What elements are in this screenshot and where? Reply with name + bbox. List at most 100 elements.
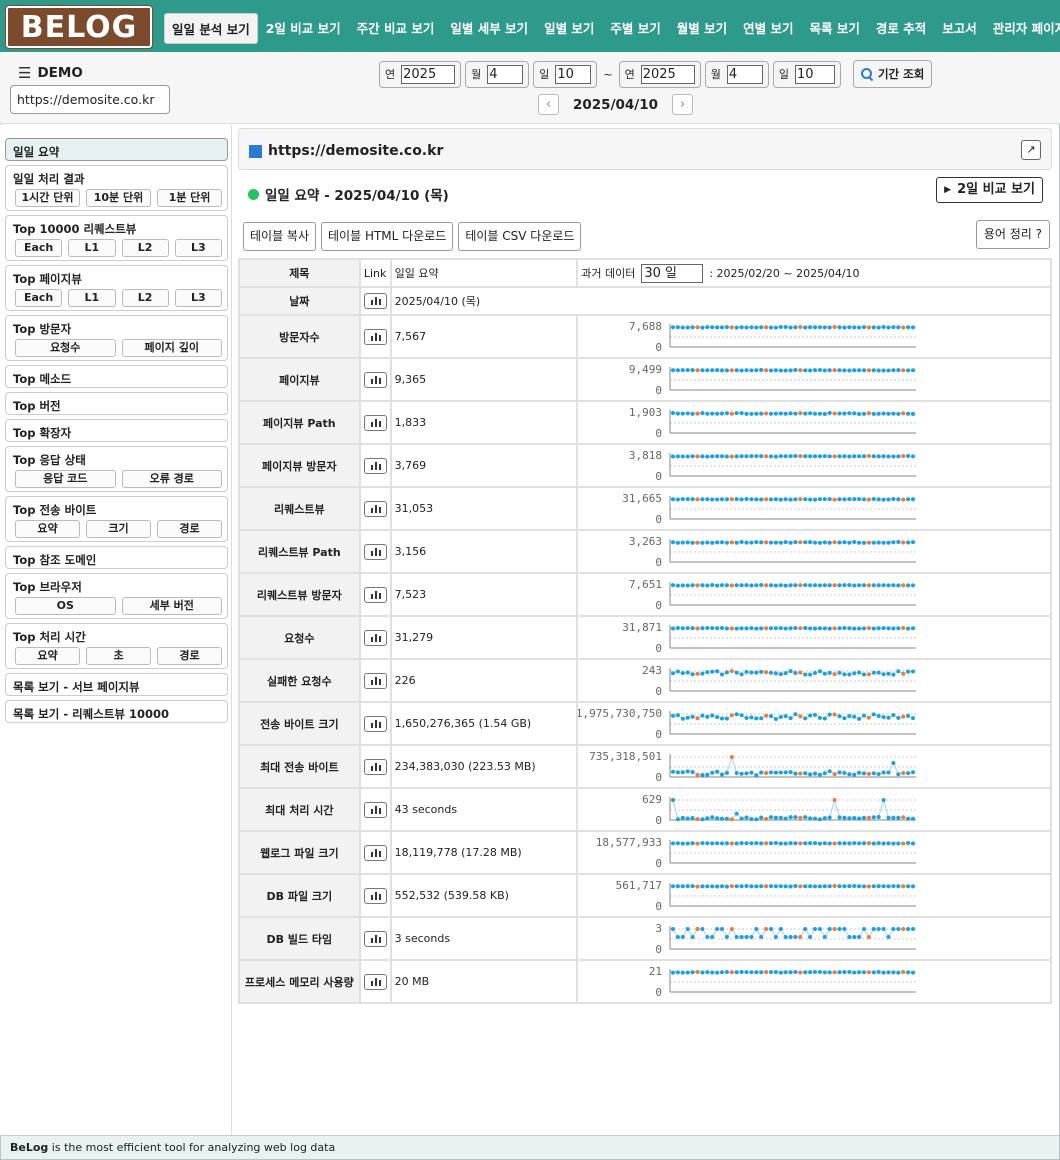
chart-link-icon[interactable] [363,543,387,560]
sidebar-sub-button[interactable]: L3 [174,289,222,307]
sidebar-section-title[interactable]: Top 참조 도메인 [13,552,96,568]
chart-link-icon[interactable] [363,801,387,818]
sidebar-sub-button[interactable]: L1 [68,239,116,257]
nav-item[interactable]: 일일 분석 보기 [164,13,258,44]
sidebar-sub-button[interactable]: L2 [121,239,169,257]
from-year-input[interactable]: 2025 [401,64,456,84]
nav-item[interactable]: 주별 보기 [602,13,668,44]
sidebar-section-title[interactable]: 일일 요약 [13,144,59,160]
chart-link-icon[interactable] [363,293,387,309]
next-date-button[interactable]: › [672,94,694,115]
sidebar-section-title[interactable]: Top 전송 바이트 [13,502,96,518]
table-copy-button[interactable]: 테이블 복사 [243,222,317,251]
sidebar-section-title[interactable]: Top 확장자 [13,425,71,441]
chart-link-icon[interactable] [363,457,387,474]
from-month-input[interactable]: 4 [487,64,524,84]
chart-link-icon[interactable] [363,715,387,732]
sidebar-sub-button[interactable]: 요청수 [15,339,116,357]
period-search-button[interactable]: 기간 조회 [852,60,933,88]
chart-link-icon[interactable] [363,672,387,689]
sidebar-section-title[interactable]: Top 버전 [13,398,61,414]
sidebar-section-title[interactable]: Top 응답 상태 [13,452,86,468]
sidebar-section-title[interactable]: 일일 처리 결과 [13,171,85,187]
site-url-select[interactable]: https://demosite.co.kr [10,85,170,114]
sidebar-section[interactable]: 목록 보기 - 리퀘스트뷰 10000 [5,700,228,723]
sidebar-section-title[interactable]: Top 방문자 [13,321,71,337]
chart-link-icon[interactable] [363,371,387,388]
table-csv-download-button[interactable]: 테이블 CSV 다운로드 [458,222,582,251]
chart-link-icon[interactable] [363,328,387,345]
sidebar-sub-button[interactable]: L3 [174,239,222,257]
sidebar-section[interactable]: Top 버전 [5,392,228,415]
sidebar-sub-button[interactable]: 응답 코드 [15,470,116,488]
two-day-compare-button[interactable]: ▶ 2일 비교 보기 [936,177,1043,203]
glossary-button[interactable]: 용어 정리 ? [975,220,1050,249]
chart-link-icon[interactable] [363,973,387,990]
sidebar-sub-button[interactable]: 페이지 깊이 [121,339,222,357]
to-day-input[interactable]: 10 [794,64,835,84]
sidebar-sub-button[interactable]: 1시간 단위 [15,189,80,207]
sidebar-sub-button[interactable]: 세부 버전 [121,597,222,615]
nav-item[interactable]: 2일 비교 보기 [258,13,349,44]
sidebar-section-title[interactable]: Top 10000 리퀘스트뷰 [13,221,136,237]
sidebar-section-title[interactable]: Top 처리 시간 [13,629,86,645]
sidebar-sub-button[interactable]: 요약 [15,647,80,665]
sidebar-section-title[interactable]: Top 페이지뷰 [13,271,82,287]
sidebar-section[interactable]: 일일 요약 [5,138,228,161]
sidebar-sub-button[interactable]: L1 [68,289,116,307]
sidebar-section-title[interactable]: 목록 보기 - 리퀘스트뷰 10000 [13,706,169,722]
sparkline-point [749,454,754,459]
sidebar-sub-button[interactable]: L2 [121,289,169,307]
from-day-input[interactable]: 10 [555,64,592,84]
sidebar-section-title[interactable]: 목록 보기 - 서브 페이지뷰 [13,679,140,695]
nav-item[interactable]: 주간 비교 보기 [349,13,443,44]
sidebar-sub-button[interactable]: Each [15,289,63,307]
nav-item[interactable]: 일별 세부 보기 [442,13,536,44]
chart-link-icon[interactable] [363,629,387,646]
sidebar-sub-button[interactable]: OS [15,597,116,615]
chart-link-icon[interactable] [363,930,387,947]
sidebar-sub-button[interactable]: 크기 [86,520,151,538]
chart-link-icon[interactable] [363,887,387,904]
nav-item[interactable]: 관리자 페이지 [985,13,1060,44]
hamburger-icon[interactable]: ☰ [18,64,31,82]
nav-item[interactable]: 월별 보기 [669,13,735,44]
sidebar-section-title[interactable]: Top 브라우저 [13,579,82,595]
to-month-input[interactable]: 4 [726,64,763,84]
chart-link-icon[interactable] [363,844,387,861]
nav-item[interactable]: 경로 추적 [868,13,934,44]
nav-item[interactable]: 목록 보기 [802,13,868,44]
chart-link-icon[interactable] [363,414,387,431]
belog-logo[interactable]: BELOG [5,5,153,49]
sidebar-sub-button[interactable]: 10분 단위 [86,189,151,207]
sidebar-section[interactable]: Top 메소드 [5,365,228,388]
current-date: 2025/04/10 [573,96,659,113]
sidebar-sub-button[interactable]: 오류 경로 [121,470,222,488]
sidebar-sub-button[interactable]: 경로 [157,520,222,538]
sparkline-point [862,970,867,975]
sidebar-sub-button[interactable]: 경로 [157,647,222,665]
sparkline-point [759,583,764,587]
sparkline-point [886,970,891,975]
table-html-download-button[interactable]: 테이블 HTML 다운로드 [321,222,454,251]
sidebar-sub-button[interactable]: 1분 단위 [157,189,222,207]
site-label[interactable]: ☰ DEMO [18,64,83,82]
prev-date-button[interactable]: ‹ [538,94,559,115]
sidebar-section[interactable]: Top 확장자 [5,419,228,442]
sidebar-section[interactable]: Top 참조 도메인 [5,546,228,569]
sidebar-sub-button[interactable]: 초 [86,647,151,665]
sparkline-point [827,841,832,846]
sidebar-sub-button[interactable]: 요약 [15,520,80,538]
sidebar-section[interactable]: 목록 보기 - 서브 페이지뷰 [5,673,228,696]
sidebar-section-title[interactable]: Top 메소드 [13,371,71,387]
external-link-icon[interactable]: ↗ [1021,140,1041,160]
to-year-input[interactable]: 2025 [640,64,695,84]
nav-item[interactable]: 보고서 [934,13,985,44]
nav-item[interactable]: 연별 보기 [735,13,801,44]
chart-link-icon[interactable] [363,586,387,603]
past-days-input[interactable]: 30 일 [641,263,704,283]
nav-item[interactable]: 일별 보기 [536,13,602,44]
chart-link-icon[interactable] [363,500,387,517]
chart-link-icon[interactable] [363,758,387,775]
sidebar-sub-button[interactable]: Each [15,239,63,257]
